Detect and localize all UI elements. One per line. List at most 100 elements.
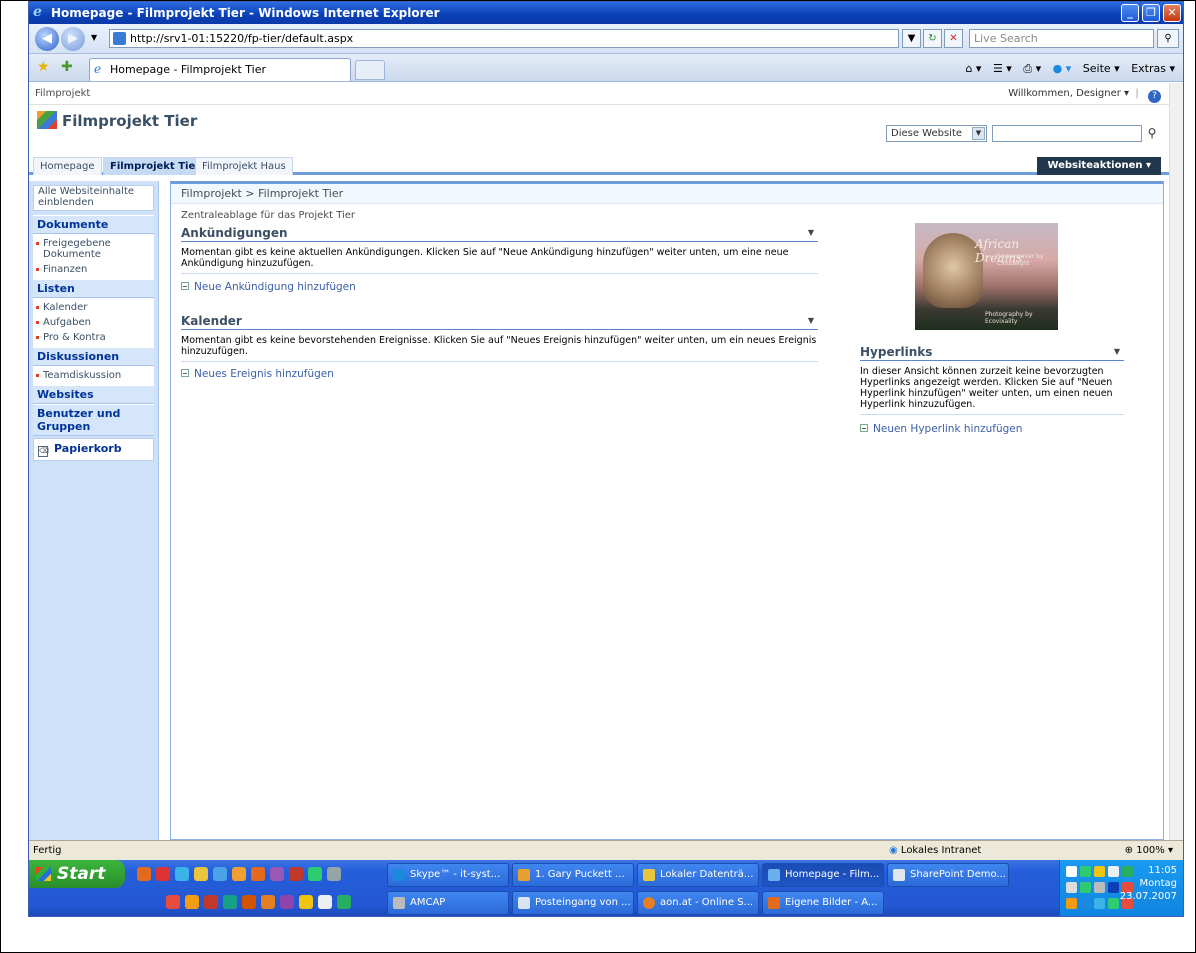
address-dropdown-icon[interactable]: ▼ (902, 29, 921, 48)
add-favorites-icon[interactable]: ✚ (61, 59, 73, 75)
ql-item-finanzen[interactable]: Finanzen (33, 262, 154, 277)
ql-item-pro-kontra[interactable]: Pro & Kontra (33, 330, 154, 345)
page-menu[interactable]: Seite ▾ (1083, 60, 1120, 78)
add-announcement-link[interactable]: Neue Ankündigung hinzufügen (181, 281, 356, 293)
forward-button[interactable]: ▶ (61, 27, 85, 51)
tray-icon[interactable] (1108, 898, 1119, 909)
tab-active[interactable]: e Homepage - Filmprojekt Tier (89, 58, 351, 81)
tray-icon[interactable] (1108, 866, 1119, 877)
refresh-icon[interactable]: ↻ (923, 29, 942, 48)
quicklaunch-app-icon[interactable] (137, 867, 151, 881)
quicklaunch-app-icon[interactable] (175, 867, 189, 881)
quicklaunch-app-icon[interactable] (242, 895, 256, 909)
tray-icon[interactable] (1066, 898, 1077, 909)
new-tab-button[interactable] (355, 60, 385, 80)
welcome-menu[interactable]: Willkommen, Designer ▾ | ? (1008, 83, 1161, 105)
quicklaunch-app-icon[interactable] (270, 867, 284, 881)
announcements-title[interactable]: Ankündigungen ▼ (181, 224, 818, 242)
tray-icon[interactable] (1094, 866, 1105, 877)
ql-item-teamdiskussion[interactable]: Teamdiskussion (33, 368, 154, 383)
ql-item-kalender[interactable]: Kalender (33, 300, 154, 315)
help-icon[interactable]: ? (1148, 90, 1161, 103)
minimize-button[interactable]: _ (1121, 4, 1139, 22)
back-button[interactable]: ◀ (35, 27, 59, 51)
home-icon[interactable]: ⌂ ▾ (965, 60, 981, 78)
links-title[interactable]: Hyperlinks ▼ (860, 343, 1124, 361)
task-inbox[interactable]: Posteingang von ... (512, 891, 634, 915)
task-skype[interactable]: Skype™ - it-syst... (387, 863, 509, 887)
favorites-star-icon[interactable]: ★ (37, 59, 50, 75)
quicklaunch-app-icon[interactable] (156, 867, 170, 881)
quicklaunch-app-icon[interactable] (166, 895, 180, 909)
task-homepage-ie[interactable]: Homepage - Film... (762, 863, 884, 887)
topnav-homepage[interactable]: Homepage (33, 157, 102, 175)
address-input[interactable]: http://srv1-01:15220/fp-tier/default.asp… (109, 29, 899, 48)
task-local-disk[interactable]: Lokaler Datenträ... (637, 863, 759, 887)
window-titlebar[interactable]: e Homepage - Filmprojekt Tier - Windows … (29, 2, 1183, 24)
ql-heading-dokumente[interactable]: Dokumente (33, 215, 154, 234)
ql-heading-benutzer-gruppen[interactable]: Benutzer und Gruppen (33, 404, 154, 436)
webpart-menu-icon[interactable]: ▼ (808, 224, 814, 242)
zoom-control[interactable]: ⊕ 100% ▾ (1125, 841, 1173, 860)
quicklaunch-app-icon[interactable] (185, 895, 199, 909)
ql-item-freigegebene-dokumente[interactable]: Freigegebene Dokumente (33, 236, 154, 262)
quicklaunch-app-icon[interactable] (232, 867, 246, 881)
security-zone[interactable]: ◉ Lokales Intranet (889, 841, 981, 860)
vertical-scrollbar[interactable] (1169, 83, 1183, 840)
tray-icon[interactable] (1080, 866, 1091, 877)
taskbar-clock[interactable]: 11:05 Montag 23.07.2007 (1120, 864, 1177, 903)
maximize-button[interactable]: ❐ (1142, 4, 1160, 22)
quicklaunch-app-icon[interactable] (280, 895, 294, 909)
tray-icon[interactable] (1080, 882, 1091, 893)
webpart-menu-icon[interactable]: ▼ (1114, 343, 1120, 361)
task-sharepoint-demo[interactable]: SharePoint Demo... (887, 863, 1009, 887)
tray-icon[interactable] (1094, 882, 1105, 893)
search-scope-select[interactable]: Diese Website ▼ (886, 125, 987, 142)
topnav-filmprojekt-tier[interactable]: Filmprojekt Tier (103, 157, 208, 175)
ql-heading-diskussionen[interactable]: Diskussionen (33, 347, 154, 366)
ql-item-aufgaben[interactable]: Aufgaben (33, 315, 154, 330)
history-dropdown-icon[interactable]: ▼ (91, 33, 97, 42)
task-aon-firefox[interactable]: aon.at - Online S... (637, 891, 759, 915)
task-media-player[interactable]: 1. Gary Puckett ... (512, 863, 634, 887)
calendar-title[interactable]: Kalender ▼ (181, 312, 818, 330)
task-amcap[interactable]: AMCAP (387, 891, 509, 915)
close-button[interactable]: ✕ (1163, 4, 1181, 22)
tray-icon[interactable] (1080, 898, 1091, 909)
site-actions-menu[interactable]: Websiteaktionen ▾ (1037, 157, 1161, 175)
global-breadcrumb[interactable]: Filmprojekt (35, 88, 90, 99)
extras-menu[interactable]: Extras ▾ (1131, 60, 1175, 78)
site-search-icon[interactable]: ⚲ (1143, 125, 1161, 142)
site-title[interactable]: Filmprojekt Tier (37, 111, 197, 130)
quicklaunch-app-icon[interactable] (223, 895, 237, 909)
view-all-site-content[interactable]: Alle Websiteinhalte einblenden (33, 185, 154, 211)
ql-heading-websites[interactable]: Websites (33, 385, 154, 404)
start-button[interactable]: Start (29, 860, 125, 888)
recycle-bin-link[interactable]: ⌫ Papierkorb (33, 438, 154, 461)
search-icon[interactable]: ⚲ (1157, 29, 1179, 48)
tray-icon[interactable] (1066, 866, 1077, 877)
quicklaunch-app-icon[interactable] (327, 867, 341, 881)
tray-icon[interactable] (1066, 882, 1077, 893)
live-search-input[interactable]: Live Search (969, 29, 1154, 48)
add-link-link[interactable]: Neuen Hyperlink hinzufügen (860, 423, 1022, 435)
quicklaunch-app-icon[interactable] (261, 895, 275, 909)
topnav-filmprojekt-haus[interactable]: Filmprojekt Haus (195, 157, 293, 175)
quicklaunch-app-icon[interactable] (289, 867, 303, 881)
breadcrumb[interactable]: Filmprojekt > Filmprojekt Tier (171, 184, 1163, 204)
quicklaunch-app-icon[interactable] (318, 895, 332, 909)
site-search-input[interactable] (992, 125, 1142, 142)
print-icon[interactable]: ⎙ ▾ (1023, 60, 1041, 78)
ql-heading-listen[interactable]: Listen (33, 279, 154, 298)
quicklaunch-app-icon[interactable] (251, 867, 265, 881)
task-my-pictures[interactable]: Eigene Bilder - A... (762, 891, 884, 915)
add-event-link[interactable]: Neues Ereignis hinzufügen (181, 368, 334, 380)
quicklaunch-ie-icon[interactable] (213, 867, 227, 881)
quicklaunch-app-icon[interactable] (204, 895, 218, 909)
tray-icon[interactable] (1094, 898, 1105, 909)
stop-icon[interactable]: ✕ (944, 29, 963, 48)
quicklaunch-app-icon[interactable] (194, 867, 208, 881)
skype-icon[interactable]: ● ▾ (1053, 60, 1072, 78)
quicklaunch-app-icon[interactable] (308, 867, 322, 881)
feeds-icon[interactable]: ☰ ▾ (993, 60, 1012, 78)
